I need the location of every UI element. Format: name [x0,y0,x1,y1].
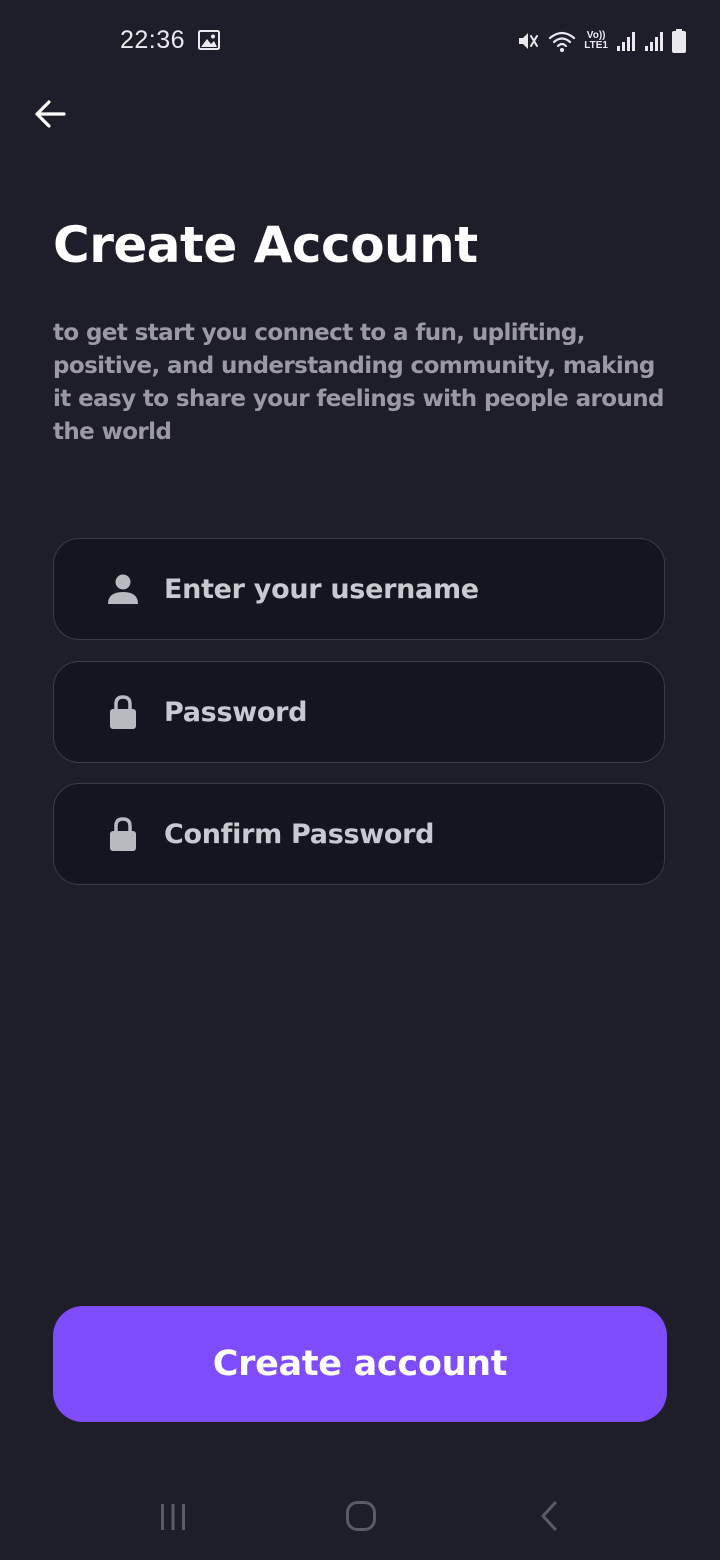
password-field[interactable] [53,661,665,763]
signal-icon [616,30,636,52]
mute-icon [516,29,540,53]
username-field[interactable] [53,538,665,640]
password-input[interactable] [164,696,664,728]
confirm-password-input[interactable] [164,818,664,850]
create-account-button[interactable]: Create account [53,1306,667,1422]
battery-icon [672,29,686,53]
lte-indicator: Vo)) LTE1 [584,31,608,51]
wifi-icon [548,29,576,53]
confirm-password-field[interactable] [53,783,665,885]
signal-icon [644,30,664,52]
lock-icon [106,695,140,729]
navigation-bar [0,1478,720,1560]
recents-icon[interactable] [158,1502,188,1536]
status-bar: 22:36 Vo)) LTE1 [0,0,720,84]
lte-label: LTE1 [584,40,608,51]
status-time: 22:36 [120,26,186,54]
username-input[interactable] [164,573,664,605]
home-icon[interactable] [345,1500,377,1536]
arrow-left-icon [35,100,66,128]
page-title: Create Account [53,216,478,274]
user-icon [106,572,140,606]
gallery-icon [198,30,220,50]
status-icons: Vo)) LTE1 [516,28,686,54]
page-subtitle: to get start you connect to a fun, uplif… [53,320,664,445]
back-button[interactable] [28,92,72,136]
lock-icon [106,817,140,851]
back-icon[interactable] [538,1500,560,1536]
